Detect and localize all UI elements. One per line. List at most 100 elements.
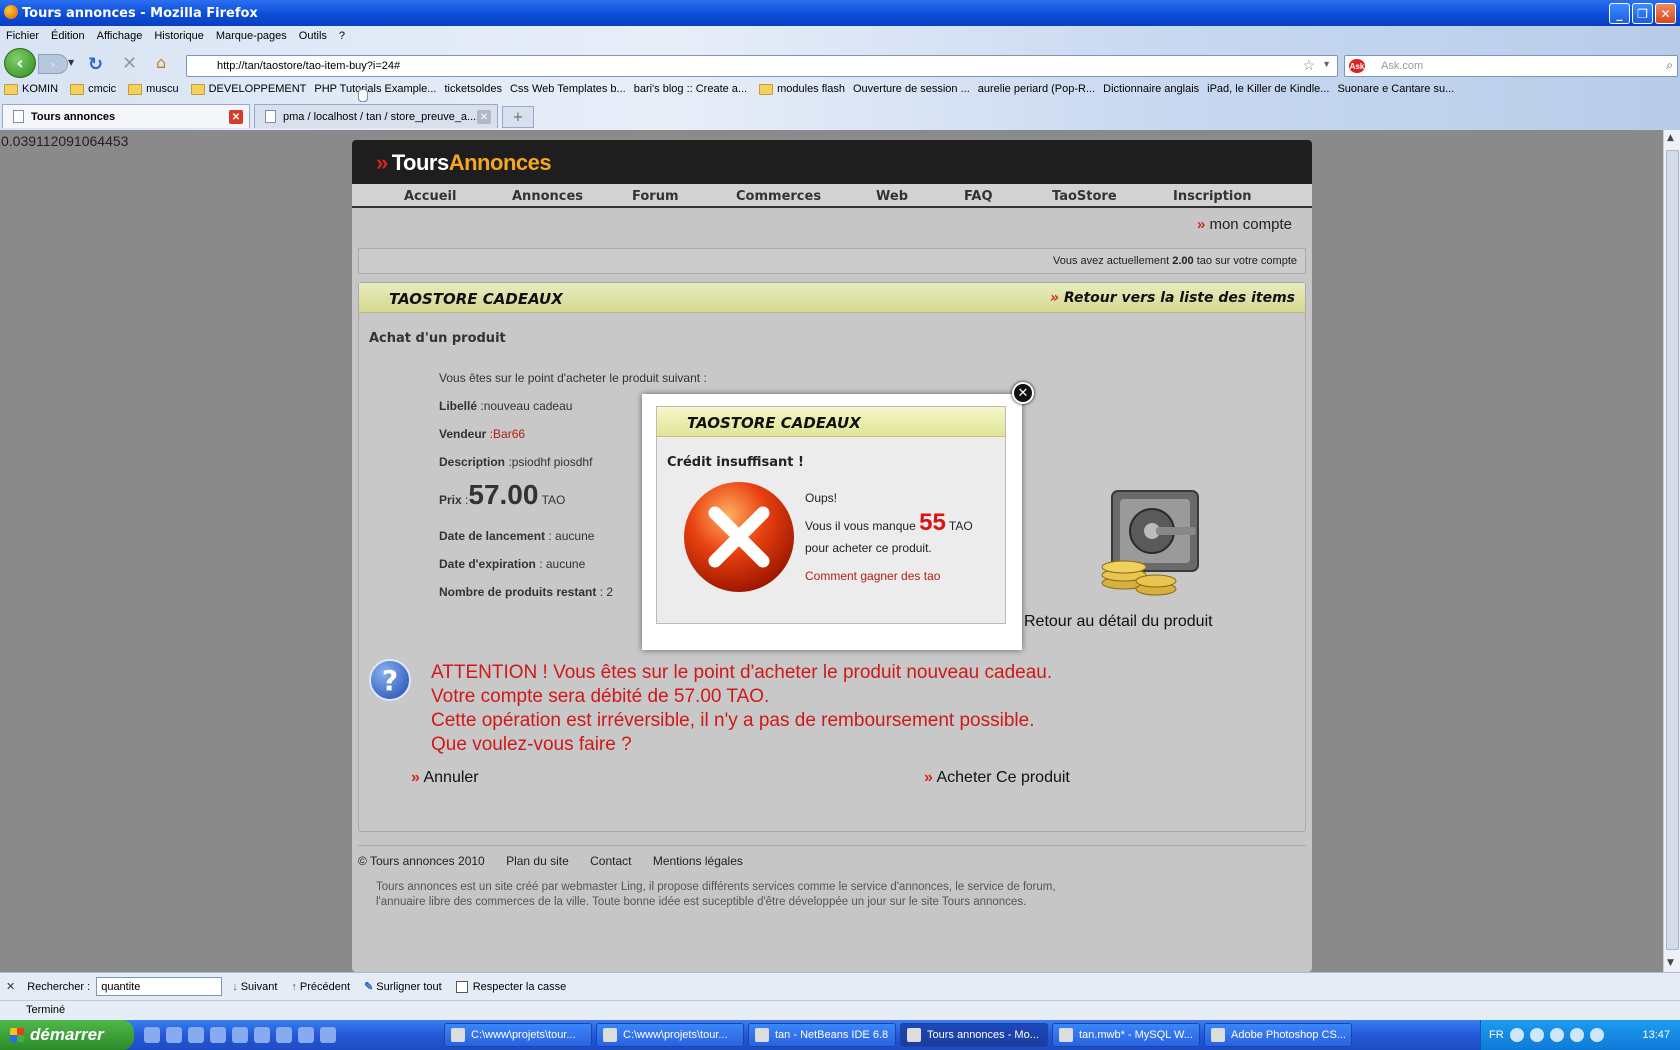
ask-engine-icon[interactable]: Ask [1349,59,1365,73]
url-bar[interactable]: http://tan/taostore/tao-item-buy?i=24# ☆… [186,55,1338,77]
find-input[interactable] [96,977,223,996]
nav-web[interactable]: Web [876,184,964,206]
bookmark-folder[interactable]: modules flash [755,83,845,95]
taskbar-item-explorer-1[interactable]: C:\www\projets\tour... [444,1023,592,1047]
menu-marque-pages[interactable]: Marque-pages [210,30,293,42]
menu-aide[interactable]: ? [333,30,351,42]
quicklaunch-firefox-icon[interactable] [166,1027,182,1043]
quicklaunch-ie2-icon[interactable] [276,1027,292,1043]
modal-close-button[interactable]: ✕ [1012,382,1034,404]
seller-link[interactable]: :Bar66 [490,427,525,441]
menu-edition[interactable]: Édition [45,30,91,42]
quicklaunch-ie-icon[interactable] [254,1027,270,1043]
cancel-button[interactable]: » Annuler [411,769,479,787]
taskbar-item-editor[interactable]: C:\www\projets\tour... [596,1023,744,1047]
footer-link-contact[interactable]: Contact [590,854,631,868]
language-indicator[interactable]: FR [1489,1029,1504,1041]
nav-taostore[interactable]: TaoStore [1052,184,1173,206]
tray-network-icon[interactable] [1509,1028,1524,1042]
tab-label: Tours annonces [31,110,116,123]
quicklaunch-chrome-icon[interactable] [144,1027,160,1043]
taskbar-item-photoshop[interactable]: Adobe Photoshop CS... [1204,1023,1352,1047]
nav-accueil[interactable]: Accueil [404,184,512,206]
search-bar[interactable]: Ask Ask.com ⌕ [1344,55,1678,77]
footer-link-plan[interactable]: Plan du site [506,854,569,868]
nav-forum[interactable]: Forum [632,184,736,206]
chevron-icon: » [924,769,933,786]
nav-commerces[interactable]: Commerces [736,184,876,206]
back-button[interactable]: ‹ [4,48,36,78]
scroll-up-icon[interactable]: ▲ [1667,133,1674,143]
bookmark-link[interactable]: PHP Tutorials Example... [314,83,436,102]
nav-inscription[interactable]: Inscription [1173,184,1283,206]
menu-affichage[interactable]: Affichage [91,30,149,42]
reload-icon[interactable]: ↻ [88,54,103,75]
quick-launch [144,1027,444,1043]
windows-taskbar: démarrer C:\www\projets\tour... C:\www\p… [0,1020,1680,1050]
close-tab-icon[interactable]: ✕ [229,110,243,124]
taskbar-item-mysql[interactable]: tan.mwb* - MySQL W... [1052,1023,1200,1047]
bookmark-folder[interactable]: DEVELOPPEMENT [187,83,306,95]
scrollbar-thumb[interactable] [1666,150,1679,950]
search-icon[interactable]: ⌕ [1666,58,1673,73]
history-dropdown-icon[interactable]: ▼ [68,58,74,67]
back-to-list-link[interactable]: » Retour vers la liste des items [1050,290,1295,306]
bookmark-link[interactable]: ticketsoldes [358,83,502,102]
bookmark-star-icon[interactable]: ☆ [1302,57,1315,74]
account-link[interactable]: » mon compte [1197,216,1292,233]
buy-product-button[interactable]: » Acheter Ce produit [924,769,1070,787]
bookmark-folder[interactable]: KOMIN [0,83,58,95]
close-findbar-icon[interactable]: ✕ [6,980,15,993]
page-icon [358,89,368,102]
bookmark-folder[interactable]: muscu [124,83,179,95]
quicklaunch-tool-icon[interactable] [210,1027,226,1043]
menu-historique[interactable]: Historique [148,30,210,42]
url-dropdown-icon[interactable]: ▼ [1322,59,1331,69]
quicklaunch-app-icon[interactable] [232,1027,248,1043]
bookmark-link[interactable]: bari's blog :: Create a... [358,83,747,102]
forward-button[interactable]: › [38,54,68,74]
find-previous-button[interactable]: ↑ Précédent [291,981,350,993]
quicklaunch-folder-icon[interactable] [320,1027,336,1043]
find-bar: ✕ Rechercher : ↓Suivant ↑Précédent ✎Surl… [0,972,1680,1000]
site-logo[interactable]: » ToursAnnonces [376,150,552,176]
bookmark-folder[interactable]: cmcic [66,83,116,95]
taskbar-item-netbeans[interactable]: tan - NetBeans IDE 6.8 [748,1023,896,1047]
menu-outils[interactable]: Outils [293,30,333,42]
quicklaunch-globe-icon[interactable] [298,1027,314,1043]
nav-annonces[interactable]: Annonces [512,184,632,206]
start-button[interactable]: démarrer [0,1020,134,1050]
earn-tao-link[interactable]: Comment gagner des tao [805,569,940,583]
vertical-scrollbar[interactable]: ▲ ▼ [1663,130,1680,972]
match-case-checkbox[interactable]: Respecter la casse [455,980,566,993]
menu-fichier[interactable]: Fichier [0,30,45,42]
new-tab-button[interactable]: + [502,106,534,128]
bookmark-link[interactable]: Dictionnaire anglais [358,83,1199,102]
bookmark-link[interactable]: Css Web Templates b... [358,83,626,102]
taskbar-item-firefox[interactable]: Tours annonces - Mo... [900,1023,1048,1047]
restore-button[interactable]: ❐ [1632,3,1653,24]
nav-faq[interactable]: FAQ [964,184,1052,206]
bookmark-link[interactable]: Ouverture de session ... [358,83,970,102]
scroll-down-icon[interactable]: ▼ [1667,958,1674,968]
tab-phpmyadmin[interactable]: pma / localhost / tan / store_preuve_a..… [254,104,498,128]
close-tab-icon[interactable]: ✕ [477,110,491,124]
close-window-button[interactable]: ✕ [1655,3,1676,24]
find-next-button[interactable]: ↓ Suivant [232,981,277,993]
quicklaunch-user-icon[interactable] [188,1027,204,1043]
highlight-all-button[interactable]: ✎ Surligner tout [364,980,442,994]
bookmark-link[interactable]: aurelie periard (Pop-R... [358,83,1095,102]
back-to-product-detail-link[interactable]: Retour au détail du produit [1024,613,1213,631]
stop-icon[interactable]: ✕ [122,53,137,74]
tray-security-icon[interactable] [1549,1028,1564,1042]
url-text: http://tan/taostore/tao-item-buy?i=24# [217,60,401,72]
bookmark-link[interactable]: Suonare e Cantare su... [358,83,1454,102]
home-icon[interactable]: ⌂ [156,53,166,72]
minimize-button[interactable]: _ [1609,3,1630,24]
tab-tours-annonces[interactable]: Tours annonces ✕ [2,104,250,128]
tray-shield-icon[interactable] [1589,1028,1604,1042]
footer-link-mentions[interactable]: Mentions légales [653,854,743,868]
tray-update-icon[interactable] [1529,1028,1544,1042]
tray-app-icon[interactable] [1569,1028,1584,1042]
bookmark-link[interactable]: iPad, le Killer de Kindle... [358,83,1329,102]
